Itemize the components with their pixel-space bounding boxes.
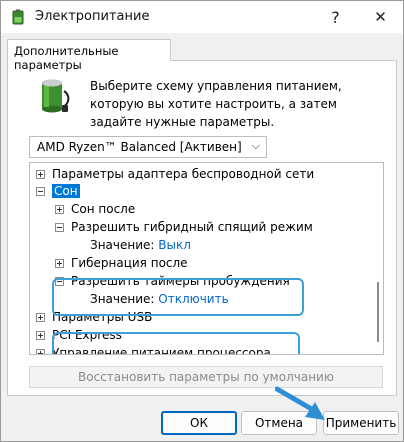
expand-icon[interactable] (36, 349, 45, 354)
expand-icon[interactable] (55, 259, 64, 268)
tree-item-label: Разрешить таймеры пробуждения (71, 274, 290, 288)
tree-item-usb-settings[interactable]: Параметры USB (36, 309, 152, 326)
description-text: Выберите схему управления питанием, кото… (90, 79, 342, 129)
tree-item-hibernate-after[interactable]: Гибернация после (55, 255, 188, 272)
window-title: Электропитание (35, 9, 150, 24)
power-options-window: Электропитание ? ✕ Дополнительные параме… (0, 0, 404, 442)
tree-item-label: Разрешить гибридный спящий режим (71, 220, 313, 234)
collapse-icon[interactable] (55, 223, 64, 232)
power-options-icon (10, 9, 26, 25)
help-button[interactable]: ? (313, 1, 358, 33)
tree-item-hybrid-sleep-value[interactable]: Значение: Выкл (90, 237, 191, 254)
tree-item-sleep[interactable]: Сон (36, 183, 80, 200)
battery-icon (36, 77, 72, 115)
tree-item-label: Сон (52, 184, 80, 198)
tab-advanced-settings[interactable]: Дополнительные параметры (7, 39, 171, 72)
tree-item-processor-power[interactable]: Управление питанием процессора (36, 345, 271, 355)
expand-icon[interactable] (36, 170, 45, 179)
wake-timers-value[interactable]: Отключить (158, 292, 228, 306)
tree-item-pci-express[interactable]: PCI Express (36, 327, 122, 344)
advanced-settings-panel: Выберите схему управления питанием, кото… (7, 60, 397, 396)
tree-item-label: PCI Express (52, 328, 122, 342)
tree-item-label: Управление питанием процессора (52, 346, 271, 355)
tree-item-label: Параметры адаптера беспроводной сети (52, 167, 315, 181)
title-bar: Электропитание ? ✕ (1, 1, 403, 33)
collapse-icon[interactable] (36, 187, 45, 196)
ok-button[interactable]: ОК (161, 411, 237, 435)
value-label: Значение: (90, 238, 155, 252)
tree-item-wake-timers-value[interactable]: Значение: Отключить (90, 291, 229, 308)
collapse-icon[interactable] (55, 277, 64, 286)
settings-tree[interactable]: Параметры адаптера беспроводной сети Сон… (29, 162, 384, 355)
power-scheme-selected: AMD Ryzen™ Balanced [Активен] (37, 140, 242, 154)
hybrid-sleep-value[interactable]: Выкл (158, 238, 191, 252)
tree-item-label: Сон после (71, 202, 136, 216)
tree-item-allow-hybrid-sleep[interactable]: Разрешить гибридный спящий режим (55, 219, 313, 236)
chevron-down-icon: ⌵ (251, 139, 260, 152)
value-label: Значение: (90, 292, 155, 306)
power-scheme-dropdown[interactable]: AMD Ryzen™ Balanced [Активен] ⌵ (29, 136, 267, 158)
expand-icon[interactable] (36, 331, 45, 340)
close-button[interactable]: ✕ (358, 1, 403, 33)
tree-scrollbar-thumb[interactable] (377, 282, 379, 342)
tree-item-allow-wake-timers[interactable]: Разрешить таймеры пробуждения (55, 273, 290, 290)
expand-icon[interactable] (36, 313, 45, 322)
tree-item-label: Параметры USB (52, 310, 153, 324)
tree-item-label: Гибернация после (71, 256, 188, 270)
tree-item-sleep-after[interactable]: Сон после (55, 201, 135, 218)
expand-icon[interactable] (55, 205, 64, 214)
tree-item-wireless-adapter[interactable]: Параметры адаптера беспроводной сети (36, 166, 314, 183)
arrow-pointer-icon (275, 386, 325, 420)
